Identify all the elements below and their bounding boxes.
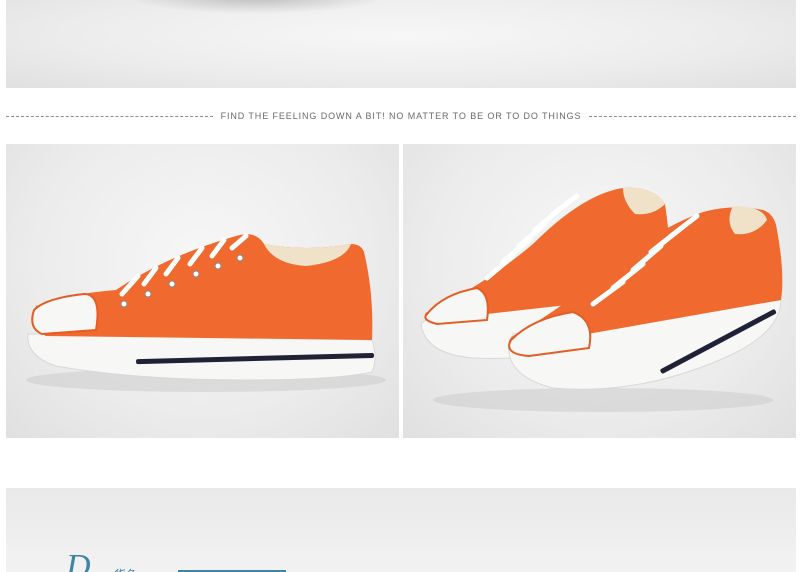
product-photo-pair — [403, 144, 796, 438]
divider-tagline: FIND THE FEELING DOWN A BIT! NO MATTER T… — [220, 111, 582, 121]
top-product-photo — [6, 0, 796, 88]
brand-banner: D 货色 — [6, 488, 796, 572]
product-photo-side — [6, 144, 399, 438]
section-divider: FIND THE FEELING DOWN A BIT! NO MATTER T… — [6, 108, 796, 124]
sneaker-side-illustration — [26, 233, 386, 392]
brand-logo-mark: D — [66, 548, 91, 572]
sneaker-pair-illustration — [420, 187, 783, 412]
brand-label: 货色 — [114, 566, 138, 572]
divider-dash-right — [589, 115, 796, 117]
divider-dash-left — [6, 115, 213, 117]
